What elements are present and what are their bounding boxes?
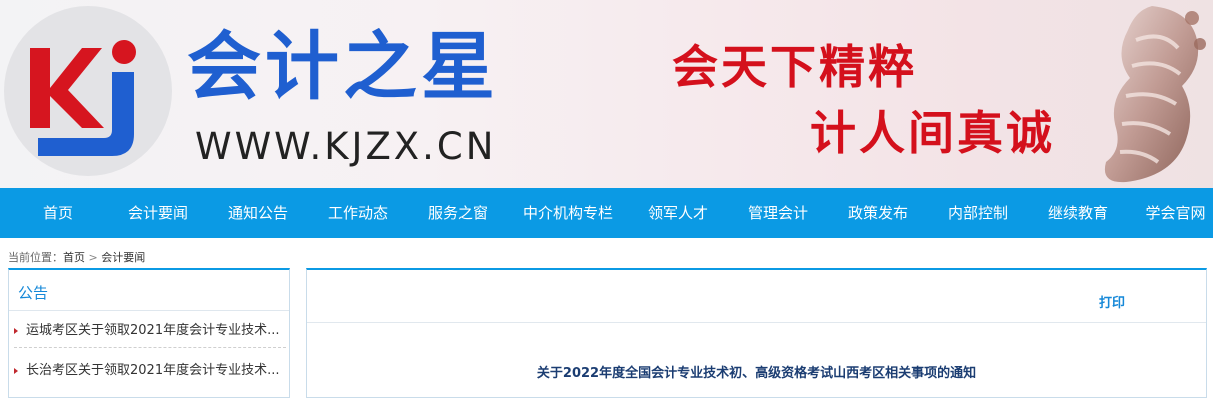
article-divider [307,322,1206,323]
slogan-line-2: 计人间真诚 [810,106,1055,160]
notice-sidebar: 公告 运城考区关于领取2021年度会计专业技术... 长治考区关于领取2021年… [8,268,290,398]
nav-item-accounting-news[interactable]: 会计要闻 [120,188,196,238]
nav-item-service-window[interactable]: 服务之窗 [420,188,496,238]
nav-item-policy-release[interactable]: 政策发布 [840,188,916,238]
article-panel: 打印 关于2022年度全国会计专业技术初、高级资格考试山西考区相关事项的通知 [306,268,1207,398]
sidebar-divider [9,310,289,311]
nav-item-internal-control[interactable]: 内部控制 [940,188,1016,238]
decorative-shell-image [1104,6,1206,183]
breadcrumb-prefix: 当前位置： [8,251,63,264]
bullet-arrow-icon [14,367,18,374]
breadcrumb-home-link[interactable]: 首页 [63,251,85,264]
kj-logo-icon[interactable] [4,6,172,176]
breadcrumb: 当前位置：首页 > 会计要闻 [8,249,145,265]
site-url: WWW.KJZX.CN [195,125,497,168]
breadcrumb-current-link[interactable]: 会计要闻 [101,251,145,264]
sidebar-notice-link[interactable]: 长治考区关于领取2021年度会计专业技术... [26,363,279,378]
sidebar-notice-link[interactable]: 运城考区关于领取2021年度会计专业技术... [26,323,279,338]
sidebar-notice-item[interactable]: 运城考区关于领取2021年度会计专业技术... [14,314,286,348]
site-name: 会计之星 [187,24,499,110]
print-button[interactable]: 打印 [1099,292,1125,311]
nav-item-continuing-education[interactable]: 继续教育 [1040,188,1116,238]
nav-item-society-website[interactable]: 学会官网 [1138,188,1213,238]
main-navigation: 首页 会计要闻 通知公告 工作动态 服务之窗 中介机构专栏 领军人才 管理会计 … [0,188,1213,238]
sidebar-title: 公告 [18,284,49,302]
nav-item-leading-talents[interactable]: 领军人才 [640,188,716,238]
nav-item-work-updates[interactable]: 工作动态 [320,188,396,238]
nav-item-management-accounting[interactable]: 管理会计 [740,188,816,238]
nav-item-home[interactable]: 首页 [20,188,96,238]
article-title: 关于2022年度全国会计专业技术初、高级资格考试山西考区相关事项的通知 [536,366,977,381]
slogan-line-1: 会天下精粹 [672,40,917,94]
site-header-banner: 会计之星 WWW.KJZX.CN 会天下精粹 计人间真诚 [0,0,1213,188]
breadcrumb-separator: > [88,251,98,264]
nav-item-intermediary-column[interactable]: 中介机构专栏 [513,188,623,238]
dashed-divider [14,347,286,348]
bullet-arrow-icon [14,327,18,334]
sidebar-notice-item[interactable]: 长治考区关于领取2021年度会计专业技术... [14,354,286,388]
nav-item-notices[interactable]: 通知公告 [220,188,296,238]
